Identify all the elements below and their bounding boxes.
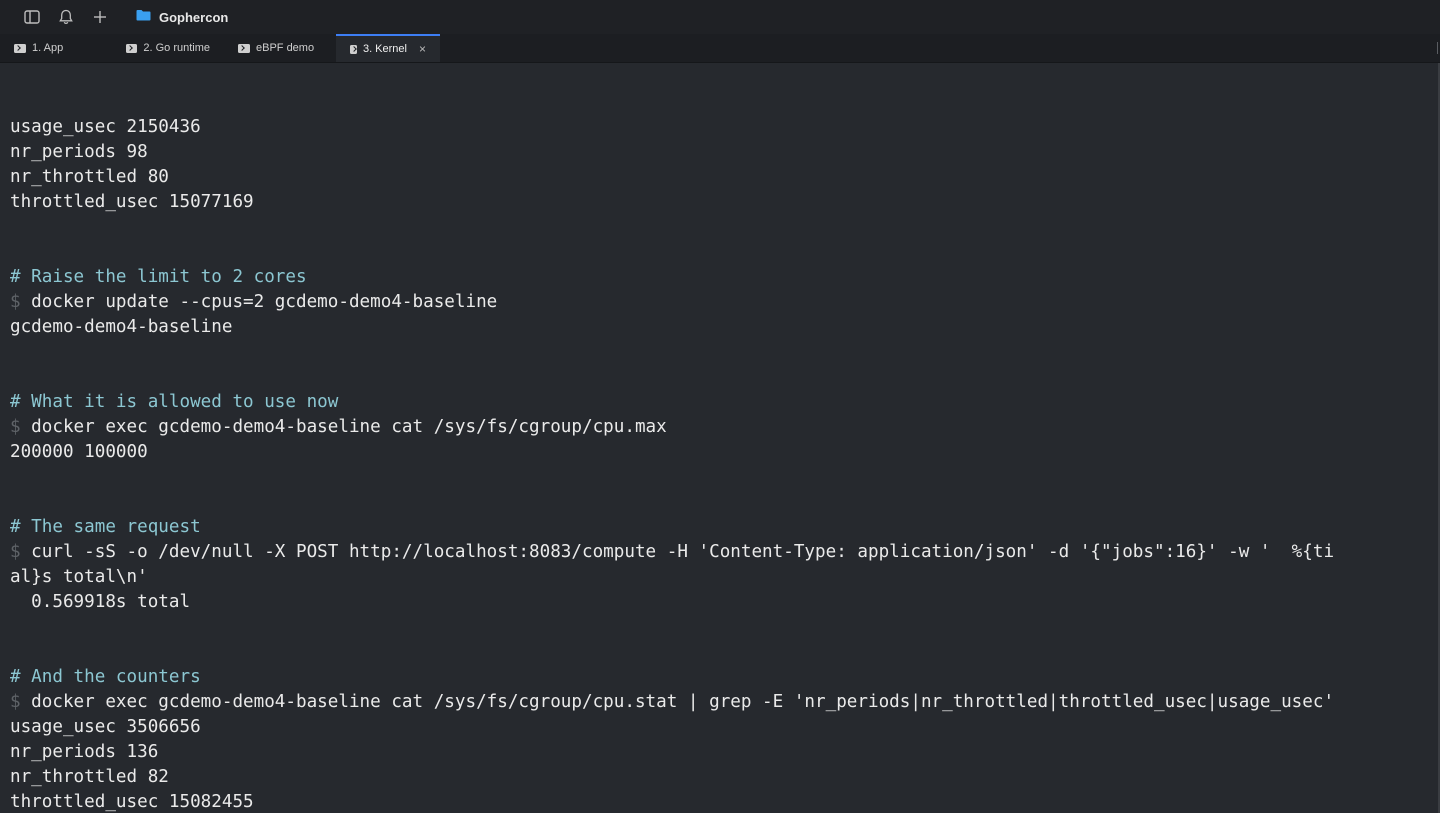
comment-line: # And the counters xyxy=(10,667,201,687)
tab-label: eBPF demo xyxy=(256,42,315,54)
terminal-icon xyxy=(14,43,26,53)
tab-label: 1. App xyxy=(32,42,64,54)
comment-line: # The same request xyxy=(10,517,201,537)
terminal-icon xyxy=(126,43,138,53)
comment-line: # Raise the limit to 2 cores xyxy=(10,267,307,287)
sidebar-toggle-icon[interactable] xyxy=(22,7,42,27)
output-line: nr_periods 98 xyxy=(10,142,148,162)
tab-bar: 1. App 2. Go runtime eBPF demo 3. Kernel… xyxy=(0,34,1440,63)
terminal-icon xyxy=(238,43,250,53)
output-line: al}s total\n' xyxy=(10,567,148,587)
workspace-folder[interactable]: Gophercon xyxy=(136,8,228,26)
output-line: nr_throttled 80 xyxy=(10,167,169,187)
tab-go-runtime[interactable]: 2. Go runtime xyxy=(112,34,224,62)
command-text: docker update --cpus=2 gcdemo-demo4-base… xyxy=(20,292,498,312)
tab-label: 2. Go runtime xyxy=(143,42,210,54)
output-line: gcdemo-demo4-baseline xyxy=(10,317,233,337)
output-line: throttled_usec 15077169 xyxy=(10,192,254,212)
tab-bar-edge xyxy=(1437,42,1438,54)
prompt-symbol: $ xyxy=(10,542,21,562)
tab-ebpf-demo[interactable]: eBPF demo xyxy=(224,34,336,62)
output-line: 0.569918s total xyxy=(10,592,191,612)
tab-label: 3. Kernel xyxy=(362,43,407,55)
folder-icon xyxy=(136,8,151,26)
command-line: $ docker exec gcdemo-demo4-baseline cat … xyxy=(10,415,1440,440)
output-line: 200000 100000 xyxy=(10,442,148,462)
title-bar: Gophercon xyxy=(0,0,1440,34)
output-line: usage_usec 2150436 xyxy=(10,117,201,137)
output-line: nr_throttled 82 xyxy=(10,767,169,787)
bell-icon[interactable] xyxy=(56,7,76,27)
output-line: nr_periods 136 xyxy=(10,742,159,762)
prompt-symbol: $ xyxy=(10,692,21,712)
command-text: docker exec gcdemo-demo4-baseline cat /s… xyxy=(20,417,667,437)
command-line: $ docker update --cpus=2 gcdemo-demo4-ba… xyxy=(10,290,1440,315)
command-line: $ docker exec gcdemo-demo4-baseline cat … xyxy=(10,690,1440,715)
plus-icon[interactable] xyxy=(90,7,110,27)
workspace-title: Gophercon xyxy=(159,9,229,25)
output-line: usage_usec 3506656 xyxy=(10,717,201,737)
tab-kernel[interactable]: 3. Kernel × xyxy=(336,34,440,62)
close-tab-icon[interactable]: × xyxy=(419,42,426,56)
terminal-icon xyxy=(350,44,357,54)
command-text: docker exec gcdemo-demo4-baseline cat /s… xyxy=(20,692,1335,712)
terminal-output[interactable]: usage_usec 2150436 nr_periods 98 nr_thrott… xyxy=(0,63,1440,813)
tab-app[interactable]: 1. App xyxy=(0,34,112,62)
comment-line: # What it is allowed to use now xyxy=(10,392,339,412)
prompt-symbol: $ xyxy=(10,417,21,437)
prompt-symbol: $ xyxy=(10,292,21,312)
command-text: curl -sS -o /dev/null -X POST http://loc… xyxy=(20,542,1335,562)
command-line: $ curl -sS -o /dev/null -X POST http://l… xyxy=(10,540,1440,565)
